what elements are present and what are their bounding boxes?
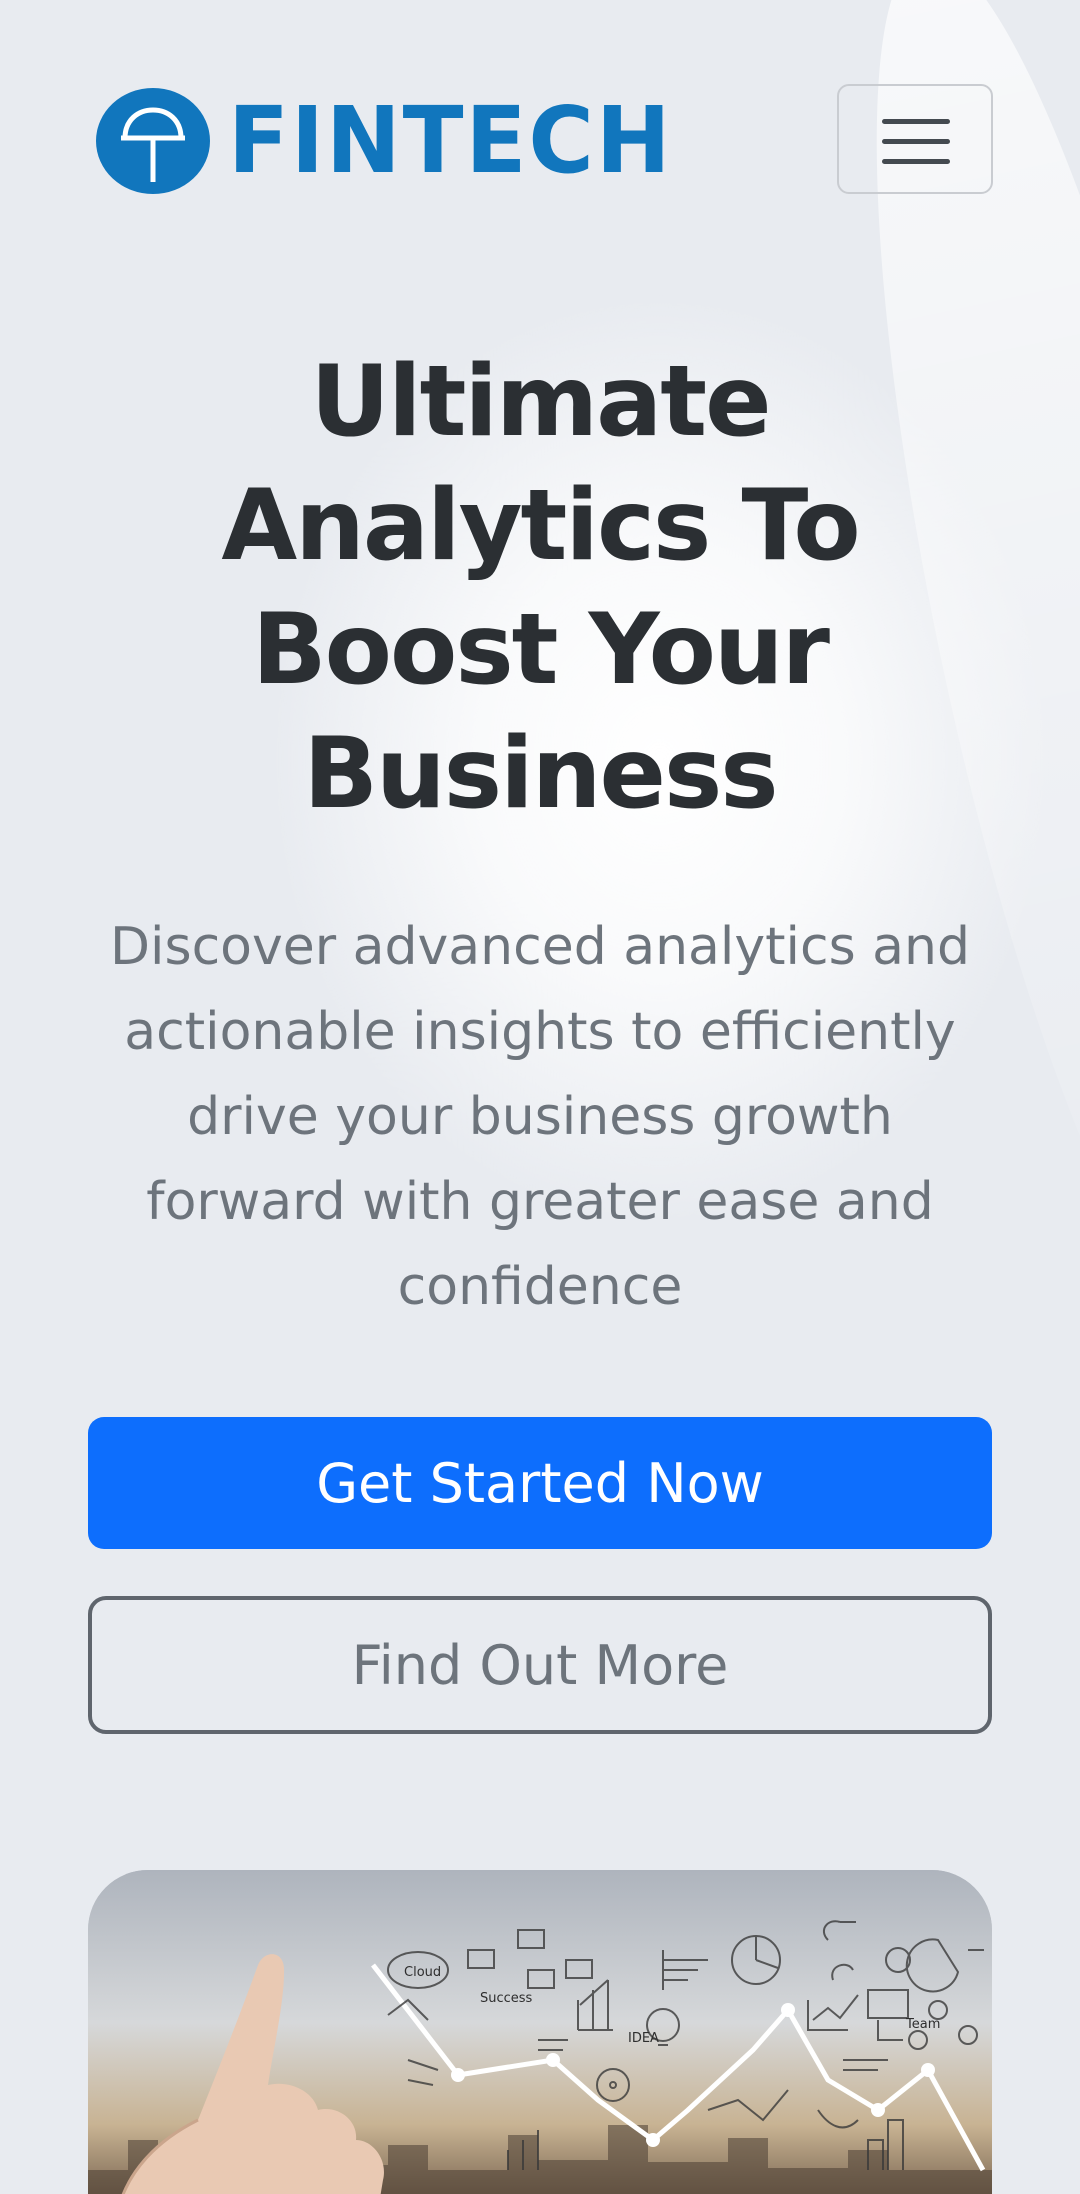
hero-image: Cloud Success IDEA Team <box>88 1870 992 2194</box>
menu-toggle-button[interactable] <box>837 84 993 194</box>
hero-title-line: Business <box>303 717 778 831</box>
hero-title-line: Ultimate <box>310 345 771 459</box>
brand-name: FINTECH <box>228 87 673 194</box>
brand-logo-link[interactable]: FINTECH <box>94 86 686 196</box>
get-started-button[interactable]: Get Started Now <box>88 1417 992 1549</box>
circle-parachute-logo-icon <box>96 88 210 194</box>
hero-title-line: Analytics To <box>221 469 860 583</box>
hamburger-menu-icon <box>882 119 950 164</box>
hero-title-line: Boost Your <box>251 593 830 707</box>
hero-title: Ultimate Analytics To Boost Your Busines… <box>90 340 990 836</box>
business-analytics-illustration: Cloud Success IDEA Team <box>88 1870 992 2194</box>
hero-subtitle-line: drive your business growth <box>187 1087 893 1147</box>
sketch-label-team: Team <box>905 2017 940 2032</box>
hero-subtitle-line: Discover advanced analytics and <box>109 917 971 977</box>
sketch-label-idea: IDEA <box>628 2031 659 2046</box>
sketch-label-success: Success <box>480 1991 533 2006</box>
hero-subtitle-line: confidence <box>397 1257 683 1317</box>
hero-subtitle-line: forward with greater ease and <box>146 1172 934 1232</box>
find-out-more-button[interactable]: Find Out More <box>88 1596 992 1734</box>
hero-subtitle-line: actionable insights to efficiently <box>124 1002 956 1062</box>
navbar: FINTECH <box>0 0 1080 280</box>
sketch-label-cloud: Cloud <box>404 1965 441 1980</box>
hero-subtitle: Discover advanced analytics and actionab… <box>88 905 992 1330</box>
